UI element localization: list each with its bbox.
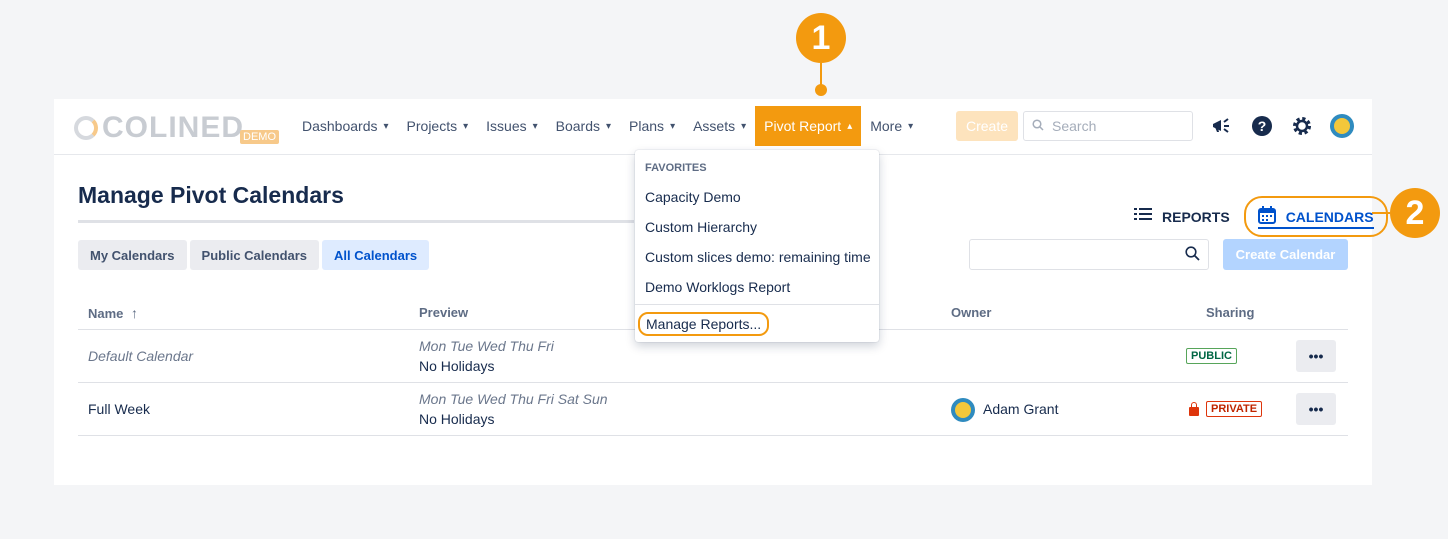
row-actions-button[interactable]: ••• <box>1296 340 1336 372</box>
tab-public-calendars[interactable]: Public Calendars <box>189 240 320 270</box>
logo-text: COLINED <box>102 111 244 144</box>
calendar-days: Mon Tue Wed Thu Fri <box>419 338 554 354</box>
dropdown-item[interactable]: Custom Hierarchy <box>645 219 757 235</box>
page-title: Manage Pivot Calendars <box>78 182 344 208</box>
help-icon[interactable]: ? <box>1250 114 1274 138</box>
logo-badge: DEMO <box>240 130 279 144</box>
dropdown-item[interactable]: Capacity Demo <box>645 189 741 205</box>
search-placeholder: Search <box>1052 118 1097 134</box>
table-divider <box>78 435 1348 436</box>
list-icon <box>1134 207 1152 226</box>
title-underline <box>78 220 634 223</box>
avatar-face <box>1333 117 1351 135</box>
row-actions-button[interactable]: ••• <box>1296 393 1336 425</box>
calendar-days: Mon Tue Wed Thu Fri Sat Sun <box>419 391 608 407</box>
calendar-icon <box>1257 206 1276 227</box>
nav-label: Pivot Report <box>764 118 842 134</box>
logo-icon <box>74 116 98 140</box>
create-button[interactable]: Create <box>956 111 1018 141</box>
avatar-face <box>954 401 972 419</box>
nav-boards[interactable]: Boards ▾ <box>547 106 620 146</box>
nav-label: Issues <box>486 118 527 134</box>
reports-view-button[interactable]: REPORTS <box>1134 207 1230 226</box>
nav-more[interactable]: More ▾ <box>861 106 922 146</box>
nav-issues[interactable]: Issues ▾ <box>477 106 547 146</box>
calendar-holidays: No Holidays <box>419 358 495 374</box>
callout-1: 1 <box>796 13 846 63</box>
nav-projects[interactable]: Projects ▾ <box>398 106 478 146</box>
active-view-underline <box>1257 227 1374 229</box>
chevron-down-icon: ▾ <box>532 120 538 132</box>
chevron-down-icon: ▾ <box>741 120 747 132</box>
nav-items: Dashboards ▾ Projects ▾ Issues ▾ Boards ▾ Pl… <box>293 106 922 146</box>
tab-my-calendars[interactable]: My Calendars <box>78 240 187 270</box>
chevron-up-icon: ▴ <box>847 120 853 132</box>
chevron-down-icon: ▾ <box>463 120 469 132</box>
calendar-name: Full Week <box>88 401 150 417</box>
nav-label: Dashboards <box>302 118 378 134</box>
chevron-down-icon: ▾ <box>383 120 389 132</box>
table-divider <box>78 382 1348 383</box>
nav-label: Projects <box>406 118 458 134</box>
status-badge-private: PRIVATE <box>1206 401 1263 417</box>
column-header-name[interactable]: Name ↑ <box>88 305 138 321</box>
nav-label: Boards <box>555 118 600 134</box>
owner-avatar <box>951 398 975 422</box>
view-switch: REPORTS CALENDARS <box>1134 196 1388 237</box>
calendar-name: Default Calendar <box>88 348 194 364</box>
status-badge-public: PUBLIC <box>1186 348 1237 364</box>
pivot-report-dropdown: FAVORITES Capacity Demo Custom Hierarchy… <box>635 150 879 342</box>
megaphone-icon[interactable] <box>1210 114 1234 138</box>
column-header-sharing: Sharing <box>1206 305 1255 320</box>
calendars-view-label: CALENDARS <box>1285 208 1374 225</box>
callout-2: 2 <box>1390 188 1440 238</box>
tab-all-calendars[interactable]: All Calendars <box>322 240 430 270</box>
nav-label: More <box>870 118 903 134</box>
column-header-preview: Preview <box>419 305 469 320</box>
chevron-down-icon: ▾ <box>908 120 914 132</box>
callout-1-dot <box>815 84 827 96</box>
reports-view-label: REPORTS <box>1162 208 1230 225</box>
nav-assets[interactable]: Assets ▾ <box>684 106 755 146</box>
dropdown-section-header: FAVORITES <box>645 162 707 174</box>
nav-label: Plans <box>629 118 665 134</box>
owner-name: Adam Grant <box>983 401 1059 417</box>
dropdown-item[interactable]: Custom slices demo: remaining time <box>645 249 871 265</box>
column-header-label: Name <box>88 306 124 321</box>
create-calendar-button[interactable]: Create Calendar <box>1223 239 1348 270</box>
svg-text:?: ? <box>1258 118 1267 134</box>
lock-icon <box>1189 402 1199 416</box>
calendar-holidays: No Holidays <box>419 411 495 427</box>
gear-icon[interactable] <box>1290 114 1314 138</box>
main-panel: COLINED DEMO Dashboards ▾ Projects ▾ Issue… <box>54 99 1388 485</box>
calendar-filter-tabs: My Calendars Public Calendars All Calend… <box>78 240 432 270</box>
nav-plans[interactable]: Plans ▾ <box>620 106 684 146</box>
callout-1-connector <box>820 63 822 85</box>
chevron-down-icon: ▾ <box>670 120 676 132</box>
search-input[interactable]: Search <box>1023 111 1193 141</box>
sort-ascending-icon: ↑ <box>131 305 139 321</box>
nav-pivot-report[interactable]: Pivot Report ▴ <box>755 106 862 146</box>
chevron-down-icon: ▾ <box>606 120 612 132</box>
nav-label: Assets <box>693 118 736 134</box>
nav-dashboards[interactable]: Dashboards ▾ <box>293 106 398 146</box>
calendar-search-input[interactable] <box>969 239 1209 270</box>
avatar[interactable] <box>1330 114 1354 138</box>
dropdown-item[interactable]: Demo Worklogs Report <box>645 279 790 295</box>
logo[interactable]: COLINED DEMO <box>74 111 279 145</box>
search-icon <box>1185 246 1200 264</box>
calendars-view-button[interactable]: CALENDARS <box>1243 196 1388 237</box>
search-icon <box>1032 118 1044 134</box>
top-navigation: COLINED DEMO Dashboards ▾ Projects ▾ Issue… <box>54 99 1372 155</box>
column-header-owner: Owner <box>951 305 992 320</box>
manage-reports-item[interactable]: Manage Reports... <box>638 312 770 336</box>
dropdown-separator <box>635 304 879 305</box>
